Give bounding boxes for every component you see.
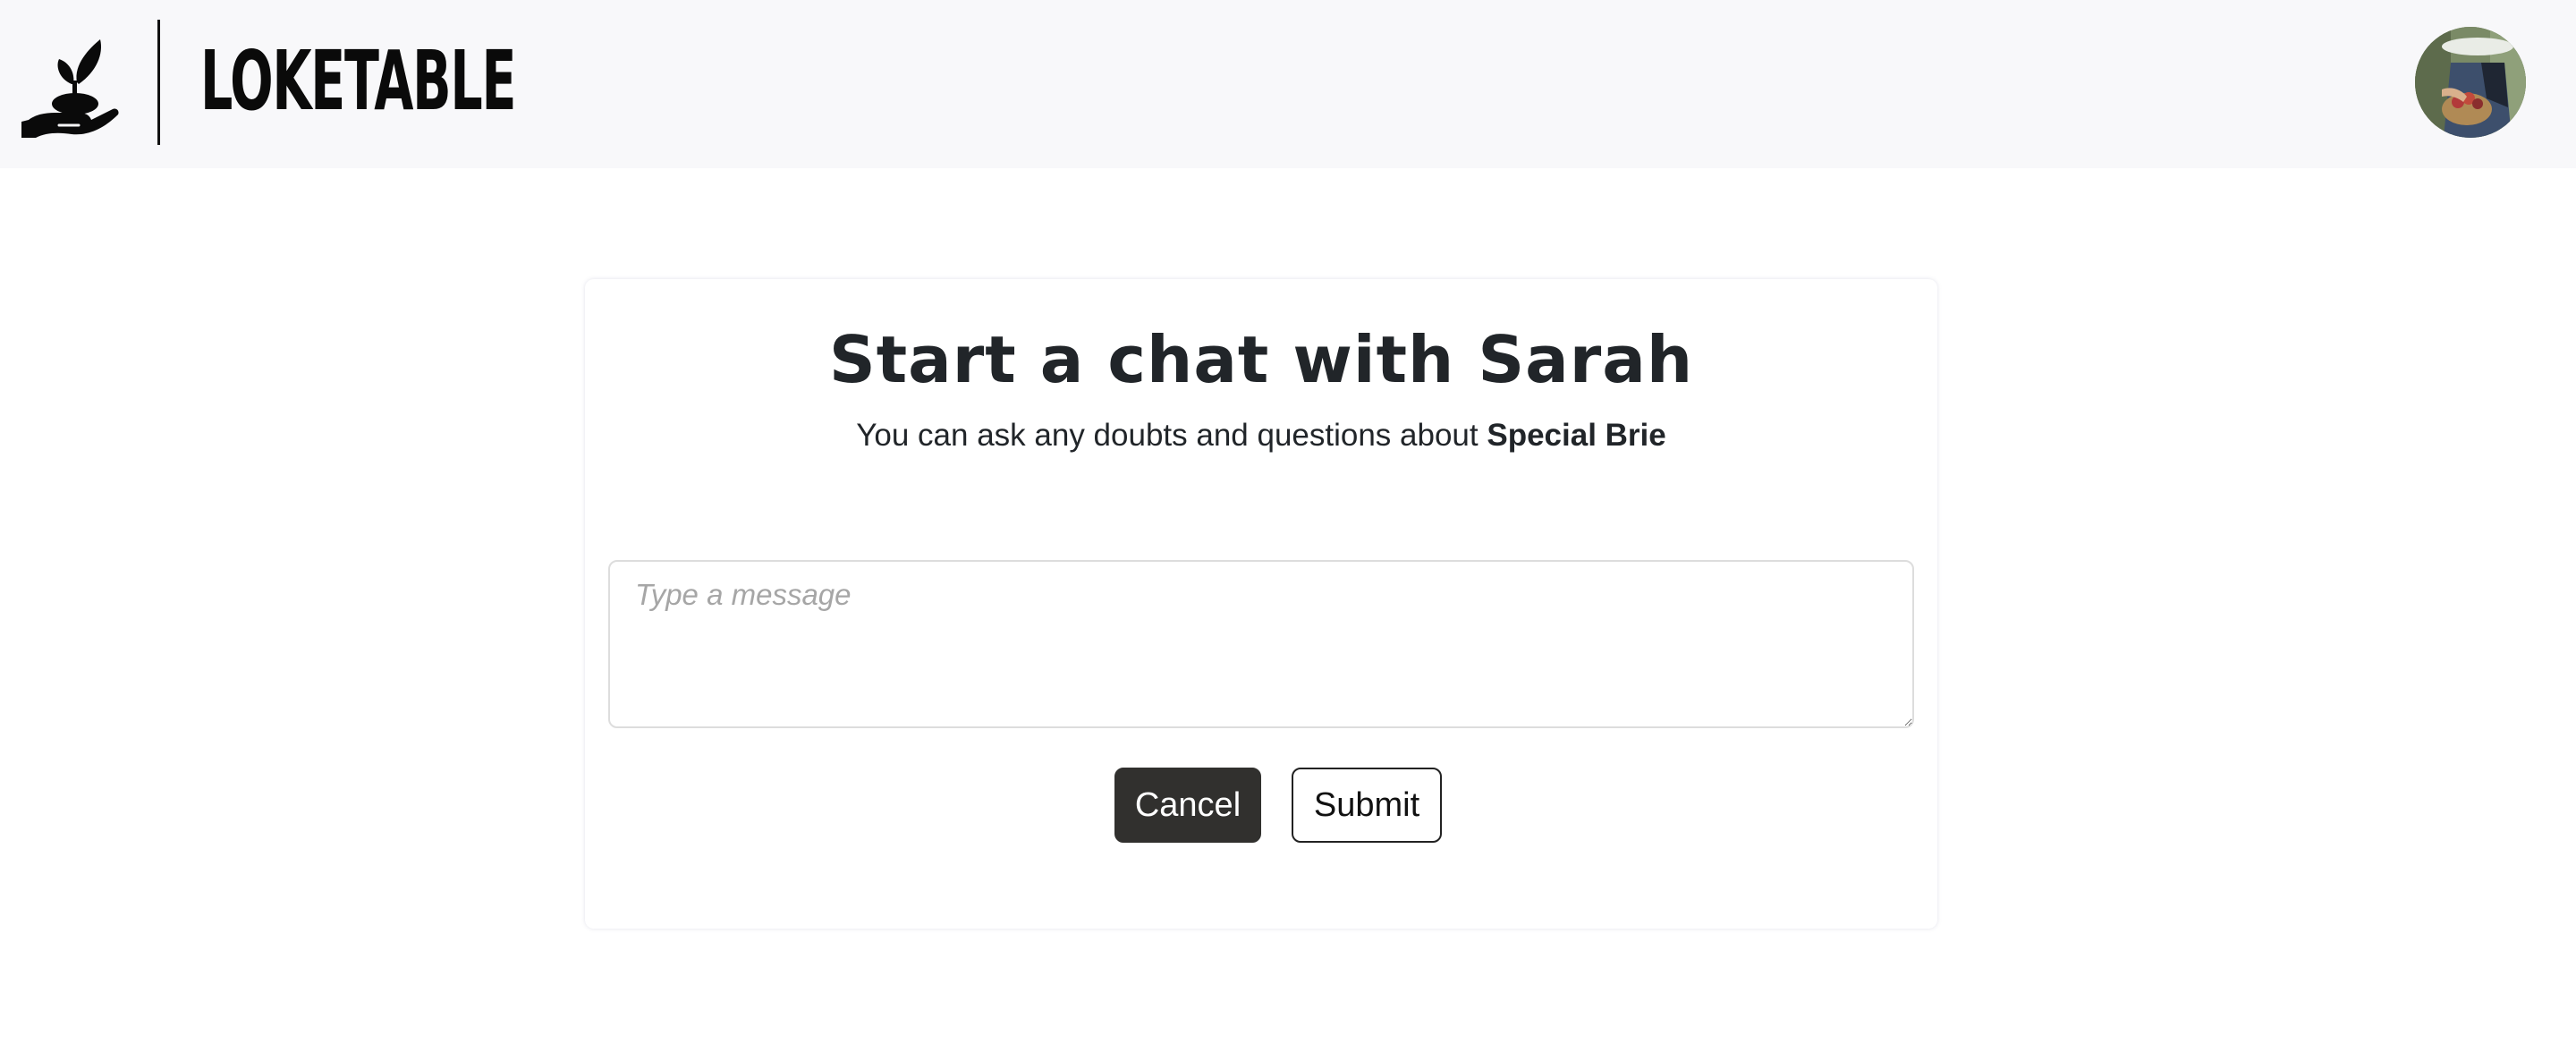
submit-button[interactable]: Submit [1292,768,1442,843]
message-input[interactable] [608,560,1914,728]
brand-name[interactable]: LOKETABLE [200,32,516,131]
cancel-button[interactable]: Cancel [1114,768,1261,843]
logo-divider [157,20,160,145]
subtitle-text: You can ask any doubts and questions abo… [856,418,1487,453]
top-header: LOKETABLE [0,0,2576,168]
user-avatar-photo [2415,27,2526,138]
hand-with-sprout-icon[interactable] [20,32,120,141]
user-avatar[interactable] [2415,27,2526,138]
page-title: Start a chat with Sarah [828,322,1694,397]
product-name: Special Brie [1487,418,1666,453]
start-chat-card: Start a chat with Sarah You can ask any … [585,279,1937,929]
chat-subtitle: You can ask any doubts and questions abo… [585,404,1937,467]
